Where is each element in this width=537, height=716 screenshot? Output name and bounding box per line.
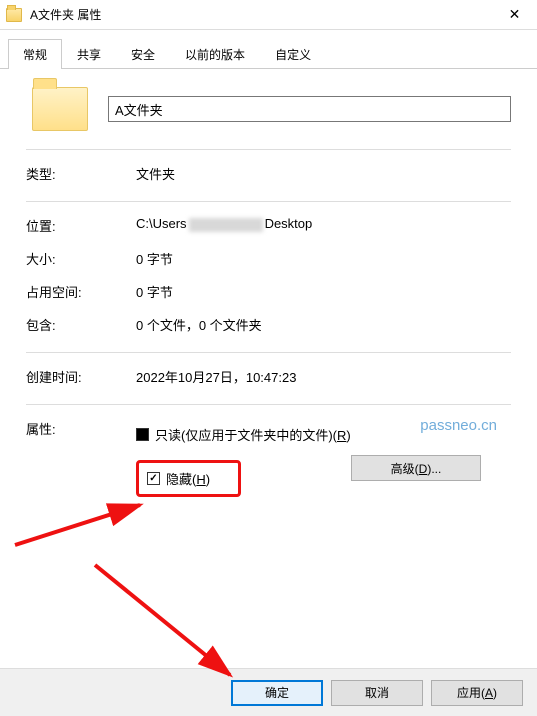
ok-button[interactable]: 确定 — [231, 680, 323, 706]
contains-value: 0 个文件，0 个文件夹 — [136, 315, 511, 334]
readonly-checkbox-row[interactable]: 只读(仅应用于文件夹中的文件)(R) — [136, 425, 511, 444]
content-area: 类型: 文件夹 位置: C:\Users Desktop 大小: 0 字节 占用空… — [0, 69, 537, 521]
created-label: 创建时间: — [26, 367, 136, 386]
type-label: 类型: — [26, 164, 136, 183]
tab-security[interactable]: 安全 — [116, 39, 170, 69]
tab-customize[interactable]: 自定义 — [260, 39, 326, 69]
tab-general[interactable]: 常规 — [8, 39, 62, 69]
title-bar: A文件夹 属性 ✕ — [0, 0, 537, 30]
folder-name-input[interactable] — [108, 96, 511, 122]
size-label: 大小: — [26, 249, 136, 268]
folder-icon — [6, 8, 22, 22]
readonly-checkbox[interactable] — [136, 428, 149, 441]
window-title: A文件夹 属性 — [30, 6, 492, 23]
advanced-button[interactable]: 高级(D)... — [351, 455, 481, 481]
hidden-checkbox-highlight: 隐藏(H) — [136, 460, 241, 497]
separator — [26, 404, 511, 405]
button-bar: 确定 取消 应用(A) — [0, 668, 537, 716]
created-value: 2022年10月27日，10:47:23 — [136, 367, 511, 386]
contains-label: 包含: — [26, 315, 136, 334]
tab-strip: 常规 共享 安全 以前的版本 自定义 — [0, 30, 537, 69]
size-on-disk-label: 占用空间: — [26, 282, 136, 301]
tab-previous-versions[interactable]: 以前的版本 — [170, 39, 260, 69]
close-button[interactable]: ✕ — [492, 0, 537, 30]
location-label: 位置: — [26, 216, 136, 235]
location-prefix: C:\Users — [136, 216, 187, 231]
location-value: C:\Users Desktop — [136, 216, 511, 235]
cancel-button[interactable]: 取消 — [331, 680, 423, 706]
apply-button[interactable]: 应用(A) — [431, 680, 523, 706]
redacted-text — [189, 218, 263, 232]
type-value: 文件夹 — [136, 164, 511, 183]
attributes-label: 属性: — [26, 419, 136, 438]
readonly-label: 只读(仅应用于文件夹中的文件)(R) — [155, 425, 351, 444]
tab-sharing[interactable]: 共享 — [62, 39, 116, 69]
size-value: 0 字节 — [136, 249, 511, 268]
separator — [26, 201, 511, 202]
location-suffix: Desktop — [265, 216, 313, 231]
hidden-checkbox[interactable] — [147, 472, 160, 485]
size-on-disk-value: 0 字节 — [136, 282, 511, 301]
separator — [26, 149, 511, 150]
folder-large-icon — [32, 87, 88, 131]
hidden-label: 隐藏(H) — [166, 469, 210, 488]
separator — [26, 352, 511, 353]
